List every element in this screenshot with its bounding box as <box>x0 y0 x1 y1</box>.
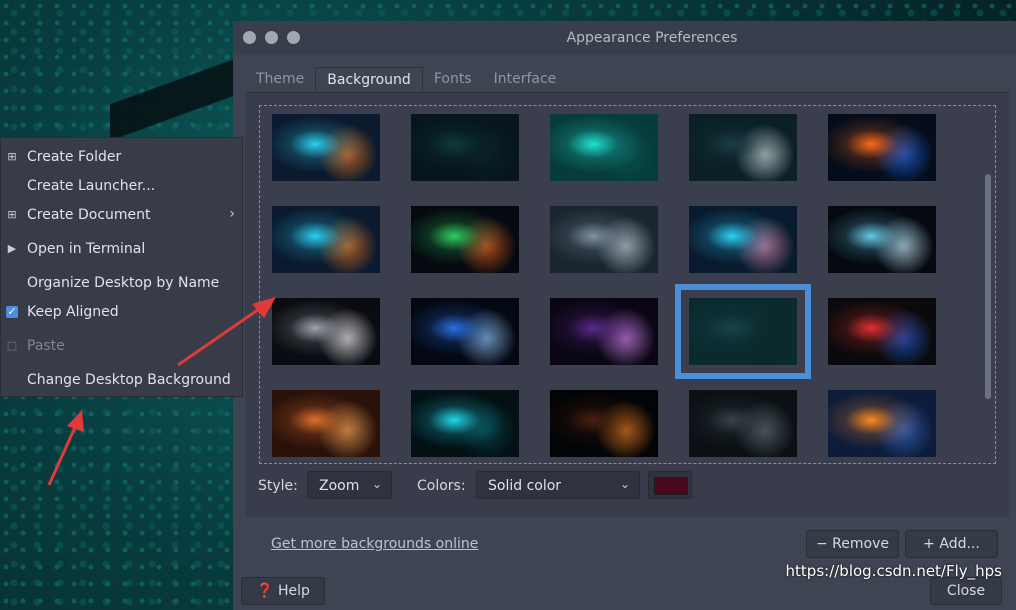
annotation-arrow-head <box>252 297 276 318</box>
annotation-arrow-head <box>67 410 84 432</box>
annotation-arrows <box>47 297 276 486</box>
annotation-arrow-line <box>47 424 78 486</box>
annotation-arrow-line <box>177 305 263 367</box>
